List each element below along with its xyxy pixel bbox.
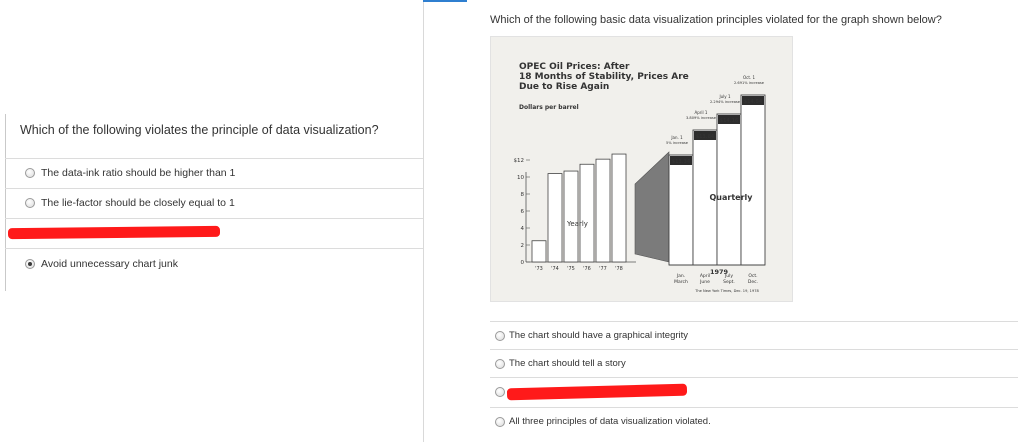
quarter-tick-label: June xyxy=(699,279,710,285)
oil-price-chart-image: OPEC Oil Prices: After 18 Months of Stabi… xyxy=(490,36,793,302)
chart-y-axis-label: Dollars per barrel xyxy=(519,104,579,111)
chart-title-line: OPEC Oil Prices: After xyxy=(519,62,630,72)
y-tick-label: 4 xyxy=(521,226,525,232)
panel-divider xyxy=(423,0,424,442)
quarter-tick-label: March xyxy=(674,279,688,285)
left-option-3[interactable] xyxy=(5,218,423,248)
y-tick-label: 6 xyxy=(521,209,525,215)
quarter-tick-label: Sept. xyxy=(723,279,735,285)
value-label: $14.54 xyxy=(744,99,763,105)
annotation-text: 2.294% increase xyxy=(710,100,741,104)
quarterly-label: Quarterly xyxy=(710,193,754,202)
radio-button[interactable] xyxy=(495,417,505,427)
left-option-2[interactable]: The lie-factor should be closely equal t… xyxy=(5,188,423,218)
chart-svg: OPEC Oil Prices: After18 Months of Stabi… xyxy=(514,62,766,293)
y-tick-label: $12 xyxy=(514,158,525,164)
value-label: $14.16 xyxy=(720,118,739,124)
left-option-1[interactable]: The data-ink ratio should be higher than… xyxy=(5,158,423,188)
y-tick-label: 8 xyxy=(521,192,525,198)
x-tick-label: '77 xyxy=(599,266,607,272)
radio-button[interactable] xyxy=(25,198,35,208)
yearly-bar xyxy=(595,158,611,263)
perspective-projection xyxy=(634,151,670,263)
right-option-2[interactable]: The chart should tell a story xyxy=(490,349,1018,377)
radio-button[interactable] xyxy=(495,359,505,369)
option-label: The lie-factor should be closely equal t… xyxy=(41,197,235,209)
right-question-text: Which of the following basic data visual… xyxy=(490,14,942,26)
x-tick-label: '78 xyxy=(615,266,623,272)
annotation-text: Jan. 1 xyxy=(670,135,683,140)
y-tick-label: 2 xyxy=(521,243,525,249)
yearly-bar xyxy=(563,170,579,263)
option-label: Avoid unnecessary chart junk xyxy=(41,258,178,270)
option-label: The chart should tell a story xyxy=(509,358,626,369)
yearly-bar xyxy=(611,153,627,263)
annotation-text: 5% increase xyxy=(666,141,689,145)
quarterly-bar xyxy=(668,154,694,266)
yearly-bar xyxy=(531,240,547,263)
annotation-text: 3.809% increase xyxy=(686,116,717,120)
x-tick-label: '75 xyxy=(567,266,575,272)
quarter-tick-label: Oct. xyxy=(748,273,757,279)
chart-title-line: 18 Months of Stability, Prices Are xyxy=(519,72,689,82)
x-tick-label: '76 xyxy=(583,266,591,272)
right-option-4[interactable]: All three principles of data visualizati… xyxy=(490,407,1018,435)
option-label: All three principles of data visualizati… xyxy=(509,416,711,427)
radio-button-selected[interactable] xyxy=(25,259,35,269)
value-label: $13.84 xyxy=(696,134,715,140)
y-tick-label: 0 xyxy=(521,260,525,266)
chart-title-line: Due to Rise Again xyxy=(519,82,609,92)
y-tick-label: 10 xyxy=(517,175,524,181)
right-option-3[interactable] xyxy=(490,377,1018,405)
x-tick-label: '73 xyxy=(535,266,543,272)
left-question-text: Which of the following violates the prin… xyxy=(20,123,379,137)
annotation-text: 2.691% increase xyxy=(734,81,765,85)
value-label: $13.34 xyxy=(672,159,691,165)
quarterly-bar xyxy=(716,113,742,266)
redaction-mark xyxy=(506,383,688,401)
option-label: The chart should have a graphical integr… xyxy=(509,330,689,341)
panel-accent-line xyxy=(423,0,467,2)
quarterly-bar xyxy=(740,94,766,266)
annotation-text: April 1 xyxy=(695,110,708,115)
annotation-text: July 1 xyxy=(718,94,730,99)
right-question-panel: Which of the following basic data visual… xyxy=(423,0,1024,442)
quarter-tick-label: Dec. xyxy=(748,279,758,285)
yearly-bar xyxy=(547,173,563,263)
quarterly-year-label: 1979 xyxy=(710,268,729,276)
yearly-bar xyxy=(579,163,595,263)
right-option-1[interactable]: The chart should have a graphical integr… xyxy=(490,321,1018,349)
radio-button[interactable] xyxy=(495,387,505,397)
yearly-label: Yearly xyxy=(566,220,588,228)
redaction-mark xyxy=(7,225,221,240)
annotation-text: Oct. 1 xyxy=(743,75,755,80)
radio-button[interactable] xyxy=(25,168,35,178)
option-label: The data-ink ratio should be higher than… xyxy=(41,167,236,179)
chart-source-note: The New York Times, Dec. 19, 1978 xyxy=(694,289,759,293)
x-tick-label: '74 xyxy=(551,266,559,272)
quarter-tick-label: April xyxy=(700,273,710,279)
left-option-4[interactable]: Avoid unnecessary chart junk xyxy=(5,248,423,278)
radio-button[interactable] xyxy=(495,331,505,341)
quarter-tick-label: Jan. xyxy=(676,273,685,279)
left-question-panel: Which of the following violates the prin… xyxy=(0,0,423,442)
